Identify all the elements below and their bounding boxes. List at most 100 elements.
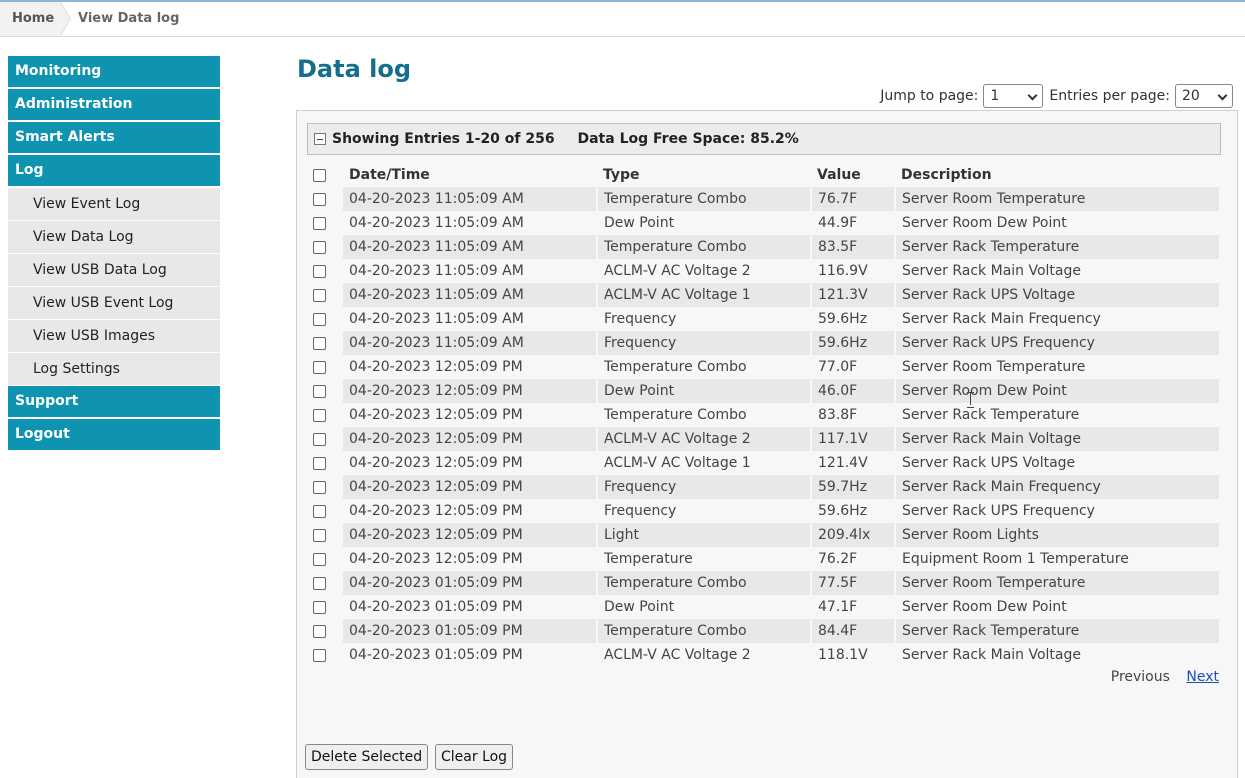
breadcrumb-current: View Data log: [78, 11, 180, 26]
column-header-type: Type: [603, 167, 640, 183]
cell-description: Server Rack Temperature: [895, 403, 1221, 427]
row-checkbox[interactable]: [313, 192, 326, 206]
sidebar-item-administration[interactable]: Administration: [8, 89, 220, 121]
row-checkbox[interactable]: [313, 360, 326, 374]
column-header-datetime: Date/Time: [349, 167, 430, 183]
row-checkbox[interactable]: [313, 456, 326, 470]
row-select-cell: [307, 283, 343, 307]
row-checkbox[interactable]: [313, 216, 326, 230]
sidebar-item-monitoring[interactable]: Monitoring: [8, 56, 220, 88]
row-checkbox[interactable]: [313, 552, 326, 566]
table-row: 04-20-2023 11:05:09 AM Temperature Combo 8…: [307, 235, 1221, 259]
cell-datetime: 04-20-2023 11:05:09 AM: [343, 235, 598, 259]
cell-description: Server Rack Main Voltage: [895, 643, 1221, 667]
breadcrumb: Home View Data log: [0, 2, 1245, 37]
row-checkbox[interactable]: [313, 384, 326, 398]
row-checkbox[interactable]: [313, 432, 326, 446]
row-checkbox[interactable]: [313, 600, 326, 614]
row-select-cell: [307, 379, 343, 403]
cell-value: 46.0F: [811, 379, 896, 403]
cell-datetime: 04-20-2023 11:05:09 AM: [343, 307, 598, 331]
jump-to-page-label: Jump to page:: [880, 88, 979, 104]
cell-value: 116.9V: [811, 259, 896, 283]
cell-datetime: 04-20-2023 12:05:09 PM: [343, 499, 598, 523]
cell-type: ACLM-V AC Voltage 1: [597, 451, 812, 475]
sidebar-item-view-usb-event-log[interactable]: View USB Event Log: [8, 287, 220, 320]
cell-value: 118.1V: [811, 643, 896, 667]
sidebar-item-view-usb-data-log[interactable]: View USB Data Log: [8, 254, 220, 287]
cell-datetime: 04-20-2023 11:05:09 AM: [343, 211, 598, 235]
entries-per-page-select[interactable]: 20: [1175, 84, 1233, 108]
cell-description: Server Rack UPS Frequency: [895, 331, 1221, 355]
row-checkbox[interactable]: [313, 480, 326, 494]
row-checkbox[interactable]: [313, 312, 326, 326]
sidebar-item-support[interactable]: Support: [8, 386, 220, 418]
sidebar-item-logout[interactable]: Logout: [8, 419, 220, 451]
row-checkbox[interactable]: [313, 408, 326, 422]
pagination: Previous Next: [1111, 669, 1219, 685]
table-row: 04-20-2023 11:05:09 AM ACLM-V AC Voltage …: [307, 259, 1221, 283]
cell-description: Server Rack Main Voltage: [895, 427, 1221, 451]
row-checkbox[interactable]: [313, 648, 326, 662]
cell-datetime: 04-20-2023 01:05:09 PM: [343, 571, 598, 595]
previous-link[interactable]: Previous: [1111, 669, 1170, 685]
sidebar-item-view-event-log[interactable]: View Event Log: [8, 188, 220, 221]
row-checkbox[interactable]: [313, 336, 326, 350]
row-checkbox[interactable]: [313, 240, 326, 254]
row-select-cell: [307, 403, 343, 427]
row-checkbox[interactable]: [313, 288, 326, 302]
cell-datetime: 04-20-2023 12:05:09 PM: [343, 427, 598, 451]
table-row: 04-20-2023 01:05:09 PM ACLM-V AC Voltage …: [307, 643, 1221, 667]
sidebar-item-view-data-log[interactable]: View Data Log: [8, 221, 220, 254]
jump-to-page-value: 1: [990, 88, 1000, 104]
row-checkbox[interactable]: [313, 624, 326, 638]
cell-datetime: 04-20-2023 12:05:09 PM: [343, 403, 598, 427]
pager-controls: Jump to page: 1 Entries per page: 20: [880, 84, 1233, 108]
cell-description: Server Room Temperature: [895, 571, 1221, 595]
row-checkbox[interactable]: [313, 528, 326, 542]
delete-selected-button[interactable]: Delete Selected: [305, 744, 429, 770]
row-checkbox[interactable]: [313, 576, 326, 590]
collapse-icon[interactable]: [314, 133, 326, 145]
row-checkbox[interactable]: [313, 264, 326, 278]
select-all-cell: [307, 163, 343, 187]
free-space-text: Data Log Free Space: 85.2%: [577, 131, 799, 147]
sidebar-nav: Monitoring Administration Smart Alerts Log V…: [8, 56, 220, 452]
table-row: 04-20-2023 12:05:09 PM ACLM-V AC Voltage …: [307, 427, 1221, 451]
row-select-cell: [307, 571, 343, 595]
table-row: 04-20-2023 12:05:09 PM Temperature Combo 7…: [307, 355, 1221, 379]
row-select-cell: [307, 595, 343, 619]
table-row: 04-20-2023 12:05:09 PM Frequency 59.6Hz Ser…: [307, 499, 1221, 523]
cell-datetime: 04-20-2023 01:05:09 PM: [343, 595, 598, 619]
cell-type: Frequency: [597, 331, 812, 355]
cell-type: Temperature Combo: [597, 187, 812, 211]
sidebar-item-view-usb-images[interactable]: View USB Images: [8, 320, 220, 353]
jump-to-page-select[interactable]: 1: [983, 84, 1044, 108]
cell-type: Frequency: [597, 307, 812, 331]
select-all-checkbox[interactable]: [313, 168, 326, 182]
cell-description: Equipment Room 1 Temperature: [895, 547, 1221, 571]
cell-description: Server Room Temperature: [895, 187, 1221, 211]
sidebar-item-log[interactable]: Log: [8, 155, 220, 187]
row-checkbox[interactable]: [313, 504, 326, 518]
table-row: 04-20-2023 11:05:09 AM ACLM-V AC Voltage …: [307, 283, 1221, 307]
row-select-cell: [307, 355, 343, 379]
table-row: 04-20-2023 11:05:09 AM Frequency 59.6Hz Ser…: [307, 331, 1221, 355]
cell-datetime: 04-20-2023 11:05:09 AM: [343, 259, 598, 283]
clear-log-button[interactable]: Clear Log: [435, 744, 514, 770]
next-link[interactable]: Next: [1186, 669, 1219, 685]
sidebar-item-log-settings[interactable]: Log Settings: [8, 353, 220, 386]
row-select-cell: [307, 211, 343, 235]
column-header-value: Value: [817, 167, 861, 183]
cell-value: 117.1V: [811, 427, 896, 451]
cell-type: ACLM-V AC Voltage 2: [597, 427, 812, 451]
sidebar-item-smart-alerts[interactable]: Smart Alerts: [8, 122, 220, 154]
cell-description: Server Rack UPS Frequency: [895, 499, 1221, 523]
data-log-panel: Showing Entries 1-20 of 256 Data Log Fre…: [296, 110, 1238, 778]
breadcrumb-home-link[interactable]: Home: [0, 2, 62, 36]
cell-type: Temperature Combo: [597, 571, 812, 595]
cell-description: Server Rack Main Frequency: [895, 475, 1221, 499]
cell-value: 59.6Hz: [811, 331, 896, 355]
cell-type: Dew Point: [597, 379, 812, 403]
table-header-row: Date/Time Type Value Description: [307, 163, 1220, 187]
